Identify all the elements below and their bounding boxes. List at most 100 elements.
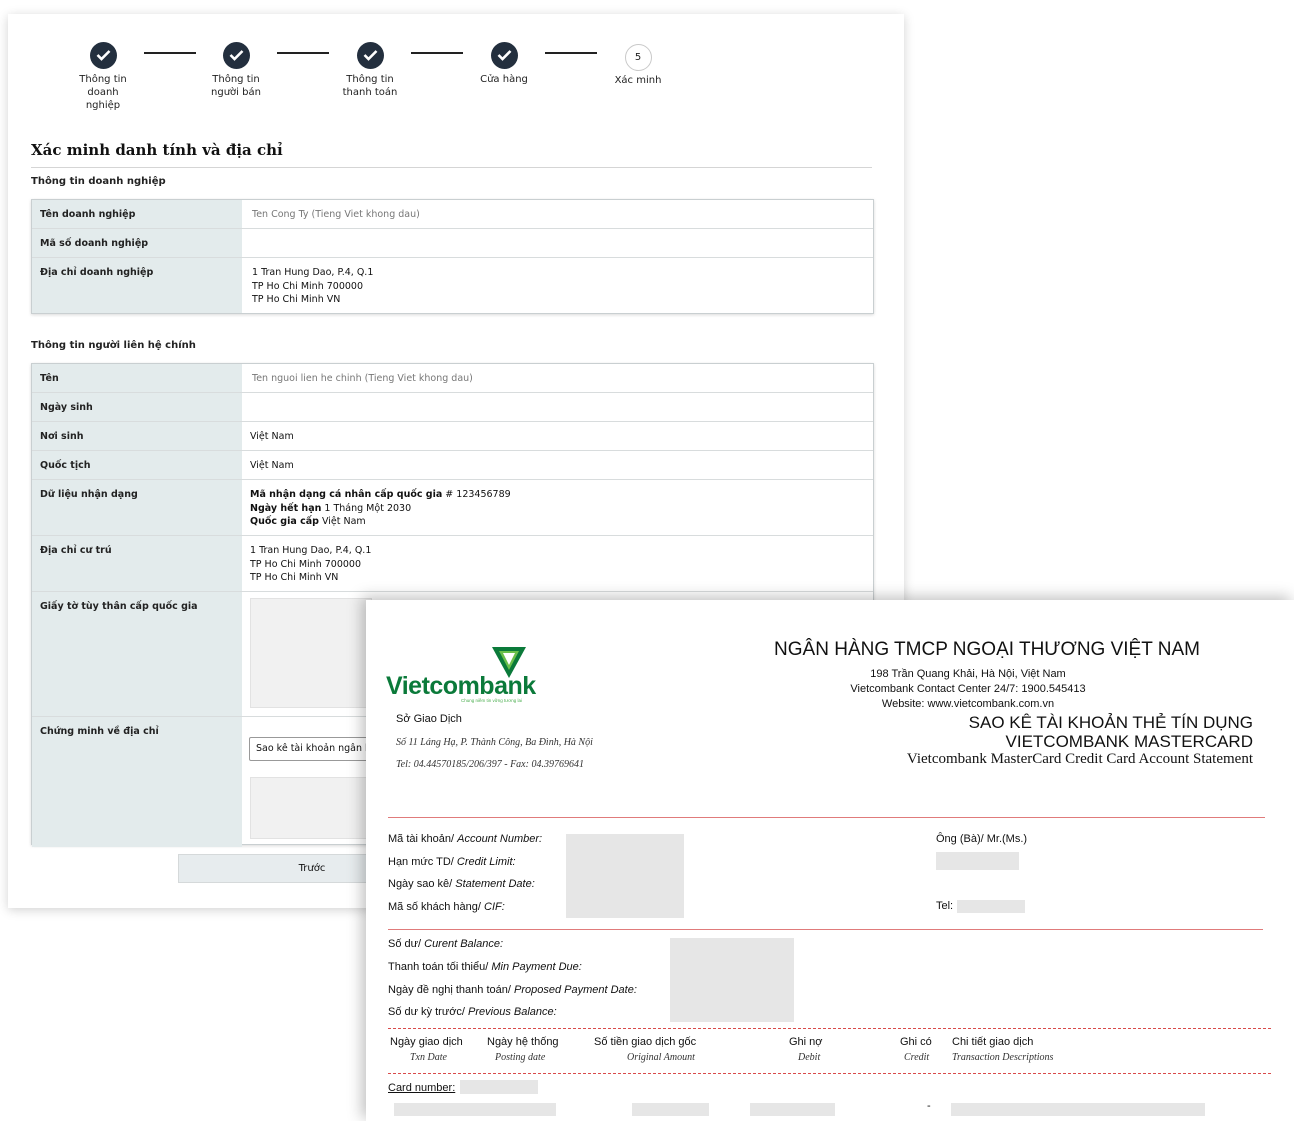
step-store[interactable]: Cửa hàng xyxy=(459,42,549,86)
contact-center: Vietcombank Contact Center 24/7: 1900.54… xyxy=(850,683,1086,695)
table-row: Ngày sinh xyxy=(32,393,873,422)
redacted-tel xyxy=(957,900,1025,913)
payment-date-label: Ngày đề nghị thanh toán/ Proposed Paymen… xyxy=(388,984,637,996)
branch-address: Số 11 Láng Hạ, P. Thành Công, Ba Đình, H… xyxy=(396,737,593,748)
table-row: Mã số doanh nghiệp xyxy=(32,229,873,258)
statement-title: SAO KÊ TÀI KHOẢN THẺ TÍN DỤNG xyxy=(968,713,1253,732)
redacted-row-cell xyxy=(750,1103,835,1116)
col-description-en: Transaction Descriptions xyxy=(952,1052,1054,1063)
bank-name: NGÂN HÀNG TMCP NGOẠI THƯƠNG VIỆT NAM xyxy=(774,639,1200,660)
address-proof-select[interactable]: Sao kê tài khoản ngân hàng xyxy=(249,737,383,761)
bank-address: 198 Trần Quang Khải, Hà Nội, Việt Nam xyxy=(870,668,1066,680)
id-document-upload[interactable] xyxy=(250,598,372,708)
id-data-label: Dữ liệu nhận dạng xyxy=(32,480,242,535)
step-connector xyxy=(545,52,597,54)
address-proof-label: Chứng minh về địa chỉ xyxy=(32,717,242,847)
title-divider xyxy=(31,167,872,168)
step-payment-info[interactable]: Thông tin thanh toán xyxy=(325,42,415,99)
address-proof-upload[interactable] xyxy=(250,777,372,839)
table-row: Địa chỉ doanh nghiệp 1 Tran Hung Dao, P.… xyxy=(32,258,873,313)
check-icon xyxy=(89,42,117,69)
redacted-row-cell xyxy=(951,1103,1205,1116)
step-number: 5 xyxy=(624,44,652,71)
columns-bottom-rule xyxy=(388,1073,1271,1074)
check-icon xyxy=(356,42,384,69)
redacted-row-cell xyxy=(394,1103,556,1116)
business-section-title: Thông tin doanh nghiệp xyxy=(31,176,166,187)
table-row: Tên doanh nghiệp Ten Cong Ty (Tieng Viet… xyxy=(32,200,873,229)
business-name-input[interactable]: Ten Cong Ty (Tieng Viet khong dau) xyxy=(242,200,873,230)
col-txn-date-en: Txn Date xyxy=(410,1052,447,1063)
branch-phone: Tel: 04.44570185/206/397 - Fax: 04.39769… xyxy=(396,759,584,770)
step-label: Xác minh xyxy=(614,75,662,86)
business-id-input[interactable] xyxy=(242,229,873,258)
check-icon xyxy=(222,42,250,69)
customer-label: Ông (Bà)/ Mr.(Ms.) xyxy=(936,833,1028,845)
card-number-label: Card number: xyxy=(388,1082,456,1094)
statement-title-en: Vietcombank MasterCard Credit Card Accou… xyxy=(906,751,1253,767)
step-connector xyxy=(277,52,329,54)
col-posting-date-en: Posting date xyxy=(495,1052,546,1063)
table-row: Nơi sinh Việt Nam xyxy=(32,422,873,451)
dob-label: Ngày sinh xyxy=(32,393,242,421)
col-posting-date: Ngày hệ thống xyxy=(487,1036,559,1048)
page-title: Xác minh danh tính và địa chỉ xyxy=(31,141,283,159)
account-number-label: Mã tài khoản/ Account Number: xyxy=(388,833,543,845)
col-credit-en: Credit xyxy=(904,1052,930,1063)
step-label: Thông tin doanh nghiệp xyxy=(79,74,127,111)
table-row: Tên Ten nguoi lien he chinh (Tieng Viet … xyxy=(32,364,873,393)
contact-section-title: Thông tin người liên hệ chính xyxy=(31,340,196,351)
residence-label: Địa chỉ cư trú xyxy=(32,536,242,591)
vietcombank-logo: Vietcombank xyxy=(386,672,536,700)
account-rule xyxy=(388,929,1263,930)
birthplace-label: Nơi sinh xyxy=(32,422,242,450)
step-label: Thông tin người bán xyxy=(211,74,261,98)
tel-label: Tel: xyxy=(936,900,954,912)
col-txn-date: Ngày giao dịch xyxy=(390,1036,463,1048)
redacted-account-info xyxy=(566,834,684,918)
col-debit: Ghi nợ xyxy=(789,1036,823,1048)
business-info-table: Tên doanh nghiệp Ten Cong Ty (Tieng Viet… xyxy=(31,199,874,314)
current-balance-label: Số dư/ Curent Balance: xyxy=(388,938,504,950)
min-payment-label: Thanh toán tối thiểu/ Min Payment Due: xyxy=(388,961,582,973)
step-label: Cửa hàng xyxy=(480,74,528,85)
dob-input[interactable] xyxy=(242,393,873,422)
row-dash: - xyxy=(927,1100,931,1112)
residence-value: 1 Tran Hung Dao, P.4, Q.1 TP Ho Chi Minh … xyxy=(250,545,372,583)
business-address-label: Địa chỉ doanh nghiệp xyxy=(32,258,242,313)
step-label: Thông tin thanh toán xyxy=(342,74,398,98)
step-connector xyxy=(411,52,463,54)
col-credit: Ghi có xyxy=(900,1036,932,1048)
business-name-label: Tên doanh nghiệp xyxy=(32,200,242,228)
statement-subtitle: VIETCOMBANK MASTERCARD xyxy=(1005,732,1253,751)
contact-name-input[interactable]: Ten nguoi lien he chinh (Tieng Viet khon… xyxy=(242,364,873,394)
redacted-balance-info xyxy=(670,938,794,1022)
business-address-value: 1 Tran Hung Dao, P.4, Q.1 TP Ho Chi Minh … xyxy=(252,267,374,305)
redacted-customer-name xyxy=(936,852,1019,870)
bank-website: Website: www.vietcombank.com.vn xyxy=(881,698,1055,710)
logo-slogan: Chung niềm tin vững tương lai xyxy=(461,698,523,703)
redacted-row-cell xyxy=(632,1103,709,1116)
step-verification[interactable]: 5 Xác minh xyxy=(593,44,683,87)
nationality-value: Việt Nam xyxy=(250,460,294,471)
table-row: Quốc tịch Việt Nam xyxy=(32,451,873,480)
statement-date-label: Ngày sao kê/ Statement Date: xyxy=(388,878,535,890)
col-original-amount-en: Original Amount xyxy=(627,1052,695,1063)
contact-name-label: Tên xyxy=(32,364,242,392)
col-debit-en: Debit xyxy=(798,1052,821,1063)
cif-label: Mã số khách hàng/ CIF: xyxy=(388,901,505,913)
credit-limit-label: Hạn mức TD/ Credit Limit: xyxy=(388,856,516,868)
step-connector xyxy=(144,52,196,54)
step-seller-info[interactable]: Thông tin người bán xyxy=(191,42,281,99)
business-id-label: Mã số doanh nghiệp xyxy=(32,229,242,257)
columns-top-rule xyxy=(388,1028,1271,1029)
header-rule xyxy=(388,817,1265,818)
col-original-amount: Số tiền giao dịch gốc xyxy=(594,1036,697,1048)
branch-name: Sở Giao Dịch xyxy=(396,713,462,725)
redacted-card-number xyxy=(460,1080,538,1094)
nationality-label: Quốc tịch xyxy=(32,451,242,479)
step-business-info[interactable]: Thông tin doanh nghiệp xyxy=(58,42,148,112)
table-row: Dữ liệu nhận dạng Mã nhận dạng cá nhân c… xyxy=(32,480,873,536)
birthplace-value: Việt Nam xyxy=(250,431,294,442)
id-data-value: Mã nhận dạng cá nhân cấp quốc gia # 1234… xyxy=(250,489,511,527)
